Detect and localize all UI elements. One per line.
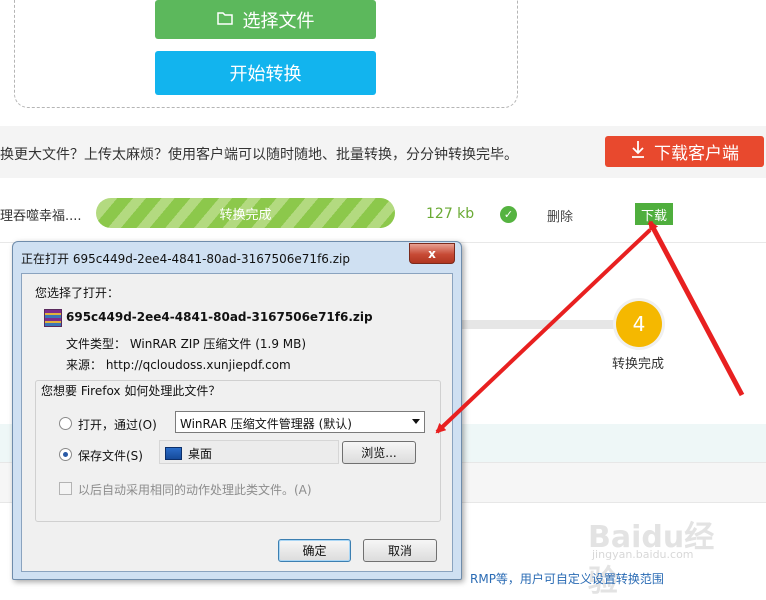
- baidu-watermark-url: jingyan.baidu.com: [592, 548, 694, 561]
- step-4-label: 转换完成: [612, 357, 665, 372]
- open-file-dialog: 正在打开 695c449d-2ee4-4841-80ad-3167506e71f…: [12, 241, 462, 580]
- file-source: 来源： http://qcloudoss.xunjiepdf.com: [66, 358, 291, 372]
- open-with-label[interactable]: 打开，通过(O): [78, 416, 157, 433]
- dialog-body: 您选择了打开： 695c449d-2ee4-4841-80ad-3167506e…: [21, 273, 453, 572]
- steps-line: [455, 320, 625, 329]
- folder-icon: [216, 9, 233, 30]
- file-name: 理吞噬幸福....: [0, 209, 82, 224]
- you-chose-label: 您选择了打开：: [35, 286, 120, 300]
- file-size: 127 kb: [426, 206, 475, 222]
- save-file-radio[interactable]: [59, 448, 72, 461]
- dialog-file-name: 695c449d-2ee4-4841-80ad-3167506e71f6.zip: [66, 310, 373, 324]
- file-type: 文件类型： WinRAR ZIP 压缩文件 (1.9 MB): [66, 337, 307, 351]
- desktop-icon: [165, 447, 182, 460]
- ok-button[interactable]: 确定: [278, 539, 351, 562]
- download-button[interactable]: 下载: [635, 203, 673, 225]
- download-client-label: 下载客户端: [654, 144, 739, 164]
- open-with-select[interactable]: WinRAR 压缩文件管理器 (默认): [175, 411, 425, 433]
- delete-link[interactable]: 删除: [547, 206, 573, 225]
- select-file-label: 选择文件: [242, 10, 315, 32]
- chevron-down-icon: [412, 419, 420, 424]
- start-convert-label: 开始转换: [229, 64, 302, 85]
- progress-bar: 转换完成: [96, 198, 395, 228]
- auto-action-label: 以后自动采用相同的动作处理此类文件。(A): [78, 483, 312, 497]
- select-file-button[interactable]: 选择文件: [155, 0, 376, 39]
- save-location-text: 桌面: [188, 447, 213, 461]
- question-label: 您想要 Firefox 如何处理此文件？: [39, 382, 223, 399]
- save-location-field: 桌面: [159, 440, 339, 464]
- browse-button[interactable]: 浏览...: [342, 441, 416, 464]
- open-with-radio[interactable]: [59, 417, 72, 430]
- bottom-text: RMP等，用户可自定义设置转换范围: [470, 572, 664, 586]
- winrar-icon: [44, 309, 62, 327]
- download-arrow-icon: [630, 140, 646, 163]
- save-file-label[interactable]: 保存文件(S): [78, 447, 143, 464]
- step-4-circle: 4: [616, 301, 662, 347]
- progress-label: 转换完成: [219, 207, 272, 223]
- close-button[interactable]: x: [409, 243, 455, 264]
- auto-action-checkbox[interactable]: [59, 482, 72, 495]
- promo-text: 换更大文件？上传太麻烦？使用客户端可以随时随地、批量转换，分分钟转换完毕。: [0, 147, 518, 163]
- start-convert-button[interactable]: 开始转换: [155, 51, 376, 95]
- check-icon: ✓: [500, 206, 517, 223]
- dialog-title: 正在打开 695c449d-2ee4-4841-80ad-3167506e71f…: [21, 252, 350, 266]
- download-client-button[interactable]: 下载客户端: [605, 136, 764, 167]
- cancel-button[interactable]: 取消: [363, 539, 437, 562]
- open-with-app: WinRAR 压缩文件管理器 (默认): [180, 417, 352, 431]
